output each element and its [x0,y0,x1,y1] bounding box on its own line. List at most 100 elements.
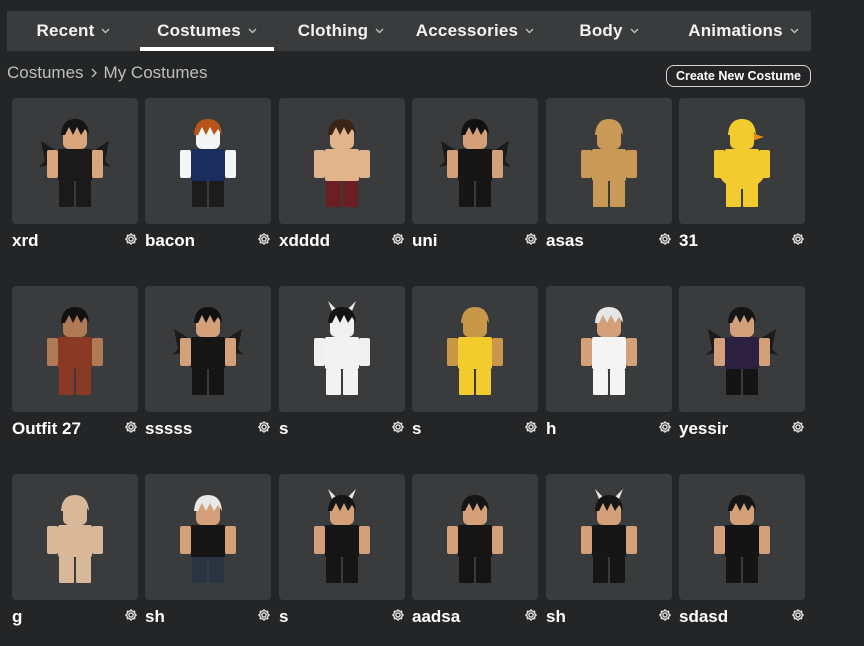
avatar-image [302,111,382,211]
costume-name[interactable]: s [279,607,288,627]
avatar-image [702,111,782,211]
costume-name[interactable]: Outfit 27 [12,419,81,439]
costume-card: xdddd [279,98,405,250]
gear-icon[interactable] [391,232,405,246]
costume-thumbnail[interactable] [279,98,405,224]
costume-card: sssss [145,286,271,438]
chevron-down-icon [525,28,534,34]
costume-thumbnail[interactable] [546,98,672,224]
gear-icon[interactable] [391,608,405,622]
costume-name[interactable]: uni [412,231,438,251]
breadcrumb-current: My Costumes [103,63,208,82]
gear-icon[interactable] [658,232,672,246]
tab-accessories[interactable]: Accessories [408,11,542,51]
costume-thumbnail[interactable] [279,286,405,412]
costume-thumbnail[interactable] [145,286,271,412]
costume-card: g [12,474,138,626]
avatar-image [435,487,515,587]
tab-label: Animations [688,21,783,40]
costume-thumbnail[interactable] [145,98,271,224]
costume-thumbnail[interactable] [279,474,405,600]
gear-icon[interactable] [257,232,271,246]
gear-icon[interactable] [257,420,271,434]
gear-icon[interactable] [524,420,538,434]
costume-thumbnail[interactable] [546,286,672,412]
tab-recent[interactable]: Recent [7,11,140,51]
costume-card: 31 [679,98,805,250]
costume-name[interactable]: sdasd [679,607,728,627]
avatar-image [702,487,782,587]
avatar-image [569,111,649,211]
avatar-image [35,299,115,399]
costume-card: Outfit 27 [12,286,138,438]
tab-clothing[interactable]: Clothing [274,11,408,51]
gear-icon[interactable] [124,232,138,246]
tab-label: Costumes [157,21,241,40]
gear-icon[interactable] [124,608,138,622]
gear-icon[interactable] [791,232,805,246]
costume-name[interactable]: h [546,419,556,439]
category-nav: Recent Costumes Clothing Accessories Bod… [7,11,811,51]
costume-thumbnail[interactable] [412,474,538,600]
gear-icon[interactable] [391,420,405,434]
avatar-image [302,299,382,399]
costume-thumbnail[interactable] [12,98,138,224]
chevron-down-icon [790,28,799,34]
costume-name[interactable]: asas [546,231,584,251]
costume-thumbnail[interactable] [12,286,138,412]
costume-thumbnail[interactable] [412,286,538,412]
costume-name[interactable]: bacon [145,231,195,251]
costume-thumbnail[interactable] [679,98,805,224]
costume-card: uni [412,98,538,250]
chevron-right-icon [91,68,97,78]
gear-icon[interactable] [124,420,138,434]
breadcrumb-root-link[interactable]: Costumes [7,63,84,83]
costume-thumbnail[interactable] [679,474,805,600]
costume-name[interactable]: sh [145,607,165,627]
gear-icon[interactable] [524,608,538,622]
chevron-down-icon [375,28,384,34]
gear-icon[interactable] [658,608,672,622]
chevron-down-icon [248,28,257,34]
costume-name[interactable]: 31 [679,231,698,251]
costume-name[interactable]: yessir [679,419,728,439]
gear-icon[interactable] [791,608,805,622]
costume-thumbnail[interactable] [145,474,271,600]
gear-icon[interactable] [658,420,672,434]
costume-thumbnail[interactable] [412,98,538,224]
avatar-image [168,299,248,399]
tab-label: Clothing [297,21,369,40]
gear-icon[interactable] [791,420,805,434]
costume-name[interactable]: xdddd [279,231,330,251]
chevron-down-icon [101,28,110,34]
costume-card: h [546,286,672,438]
costume-card: aadsa [412,474,538,626]
avatar-image [302,487,382,587]
costume-card: sh [546,474,672,626]
costume-name[interactable]: aadsa [412,607,460,627]
tab-body[interactable]: Body [542,11,676,51]
costume-thumbnail[interactable] [679,286,805,412]
tab-label: Accessories [415,21,519,40]
avatar-image [35,111,115,211]
avatar-image [168,111,248,211]
costume-name[interactable]: s [412,419,421,439]
costume-name[interactable]: sh [546,607,566,627]
costume-card: asas [546,98,672,250]
costume-card: s [279,286,405,438]
gear-icon[interactable] [257,608,271,622]
costume-card: s [279,474,405,626]
costume-name[interactable]: g [12,607,22,627]
tab-costumes[interactable]: Costumes [140,11,274,51]
breadcrumb: Costumes My Costumes [7,63,207,83]
costume-name[interactable]: xrd [12,231,38,251]
costume-thumbnail[interactable] [12,474,138,600]
gear-icon[interactable] [524,232,538,246]
tab-label: Body [579,21,623,40]
create-new-costume-button[interactable]: Create New Costume [666,65,811,87]
costume-name[interactable]: s [279,419,288,439]
costume-thumbnail[interactable] [546,474,672,600]
costume-name[interactable]: sssss [145,419,192,439]
costume-card: sdasd [679,474,805,626]
tab-animations[interactable]: Animations [676,11,811,51]
